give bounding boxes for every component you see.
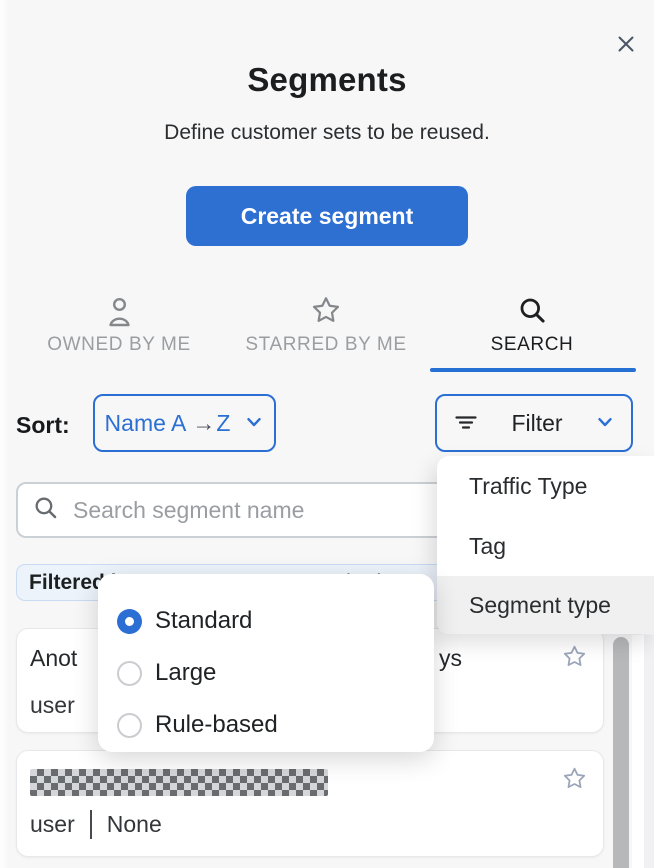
redacted-segment-name <box>30 769 328 796</box>
segment-card[interactable]: user None <box>16 750 604 857</box>
chevron-down-icon <box>244 412 264 435</box>
filter-menu: Traffic Type Tag Segment type <box>437 456 654 634</box>
search-icon <box>32 494 59 526</box>
active-tab-underline <box>430 368 636 372</box>
tab-search[interactable]: SEARCH <box>427 295 637 356</box>
close-button[interactable] <box>613 32 639 58</box>
radio-icon <box>117 661 142 686</box>
tab-starred-by-me[interactable]: STARRED BY ME <box>221 295 431 356</box>
sort-label: Sort: <box>16 412 70 439</box>
sort-dropdown[interactable]: Name A→Z <box>93 394 276 452</box>
star-icon <box>221 295 431 328</box>
menu-item-tag[interactable]: Tag <box>437 516 654 576</box>
star-toggle-button[interactable] <box>562 766 587 794</box>
segment-meta: user None <box>30 810 162 839</box>
radio-label: Large <box>155 659 216 687</box>
radio-label: Standard <box>155 607 252 635</box>
radio-label: Rule-based <box>155 711 278 739</box>
create-segment-button[interactable]: Create segment <box>186 186 468 246</box>
panel-right-strip <box>644 635 654 868</box>
segments-panel: Segments Define customer sets to be reus… <box>0 0 654 868</box>
person-icon <box>14 295 224 328</box>
star-toggle-button[interactable] <box>562 644 587 672</box>
radio-option-rule-based[interactable]: Rule-based <box>98 699 434 751</box>
sort-arrow: → <box>192 410 215 436</box>
menu-item-segment-type[interactable]: Segment type <box>437 576 654 634</box>
scrollbar-track <box>632 635 644 868</box>
star-icon <box>562 779 587 794</box>
segment-type-menu: Standard Large Rule-based <box>98 574 434 752</box>
segment-name: Anot <box>30 645 77 672</box>
sort-value: Name A→Z <box>105 410 231 437</box>
segment-meta: user <box>30 692 75 719</box>
tab-label: SEARCH <box>491 334 574 355</box>
radio-icon <box>117 609 142 634</box>
scrollbar-thumb[interactable] <box>613 637 629 868</box>
filter-dropdown[interactable]: Filter <box>435 394 633 452</box>
chevron-down-icon <box>595 412 615 435</box>
tab-label: STARRED BY ME <box>245 334 406 355</box>
filter-lines-icon <box>453 411 479 436</box>
page-title: Segments <box>0 61 654 99</box>
meta-separator <box>90 810 92 839</box>
filter-label: Filter <box>479 410 595 437</box>
tab-owned-by-me[interactable]: OWNED BY ME <box>14 295 224 356</box>
page-subtitle: Define customer sets to be reused. <box>0 121 654 145</box>
search-icon <box>427 295 637 328</box>
tab-label: OWNED BY ME <box>47 334 191 355</box>
segment-name-end: ys <box>439 645 462 672</box>
star-icon <box>562 657 587 672</box>
menu-item-traffic-type[interactable]: Traffic Type <box>437 456 654 516</box>
radio-icon <box>117 713 142 738</box>
radio-option-large[interactable]: Large <box>98 647 434 699</box>
radio-option-standard[interactable]: Standard <box>98 595 434 647</box>
close-icon <box>616 34 636 57</box>
